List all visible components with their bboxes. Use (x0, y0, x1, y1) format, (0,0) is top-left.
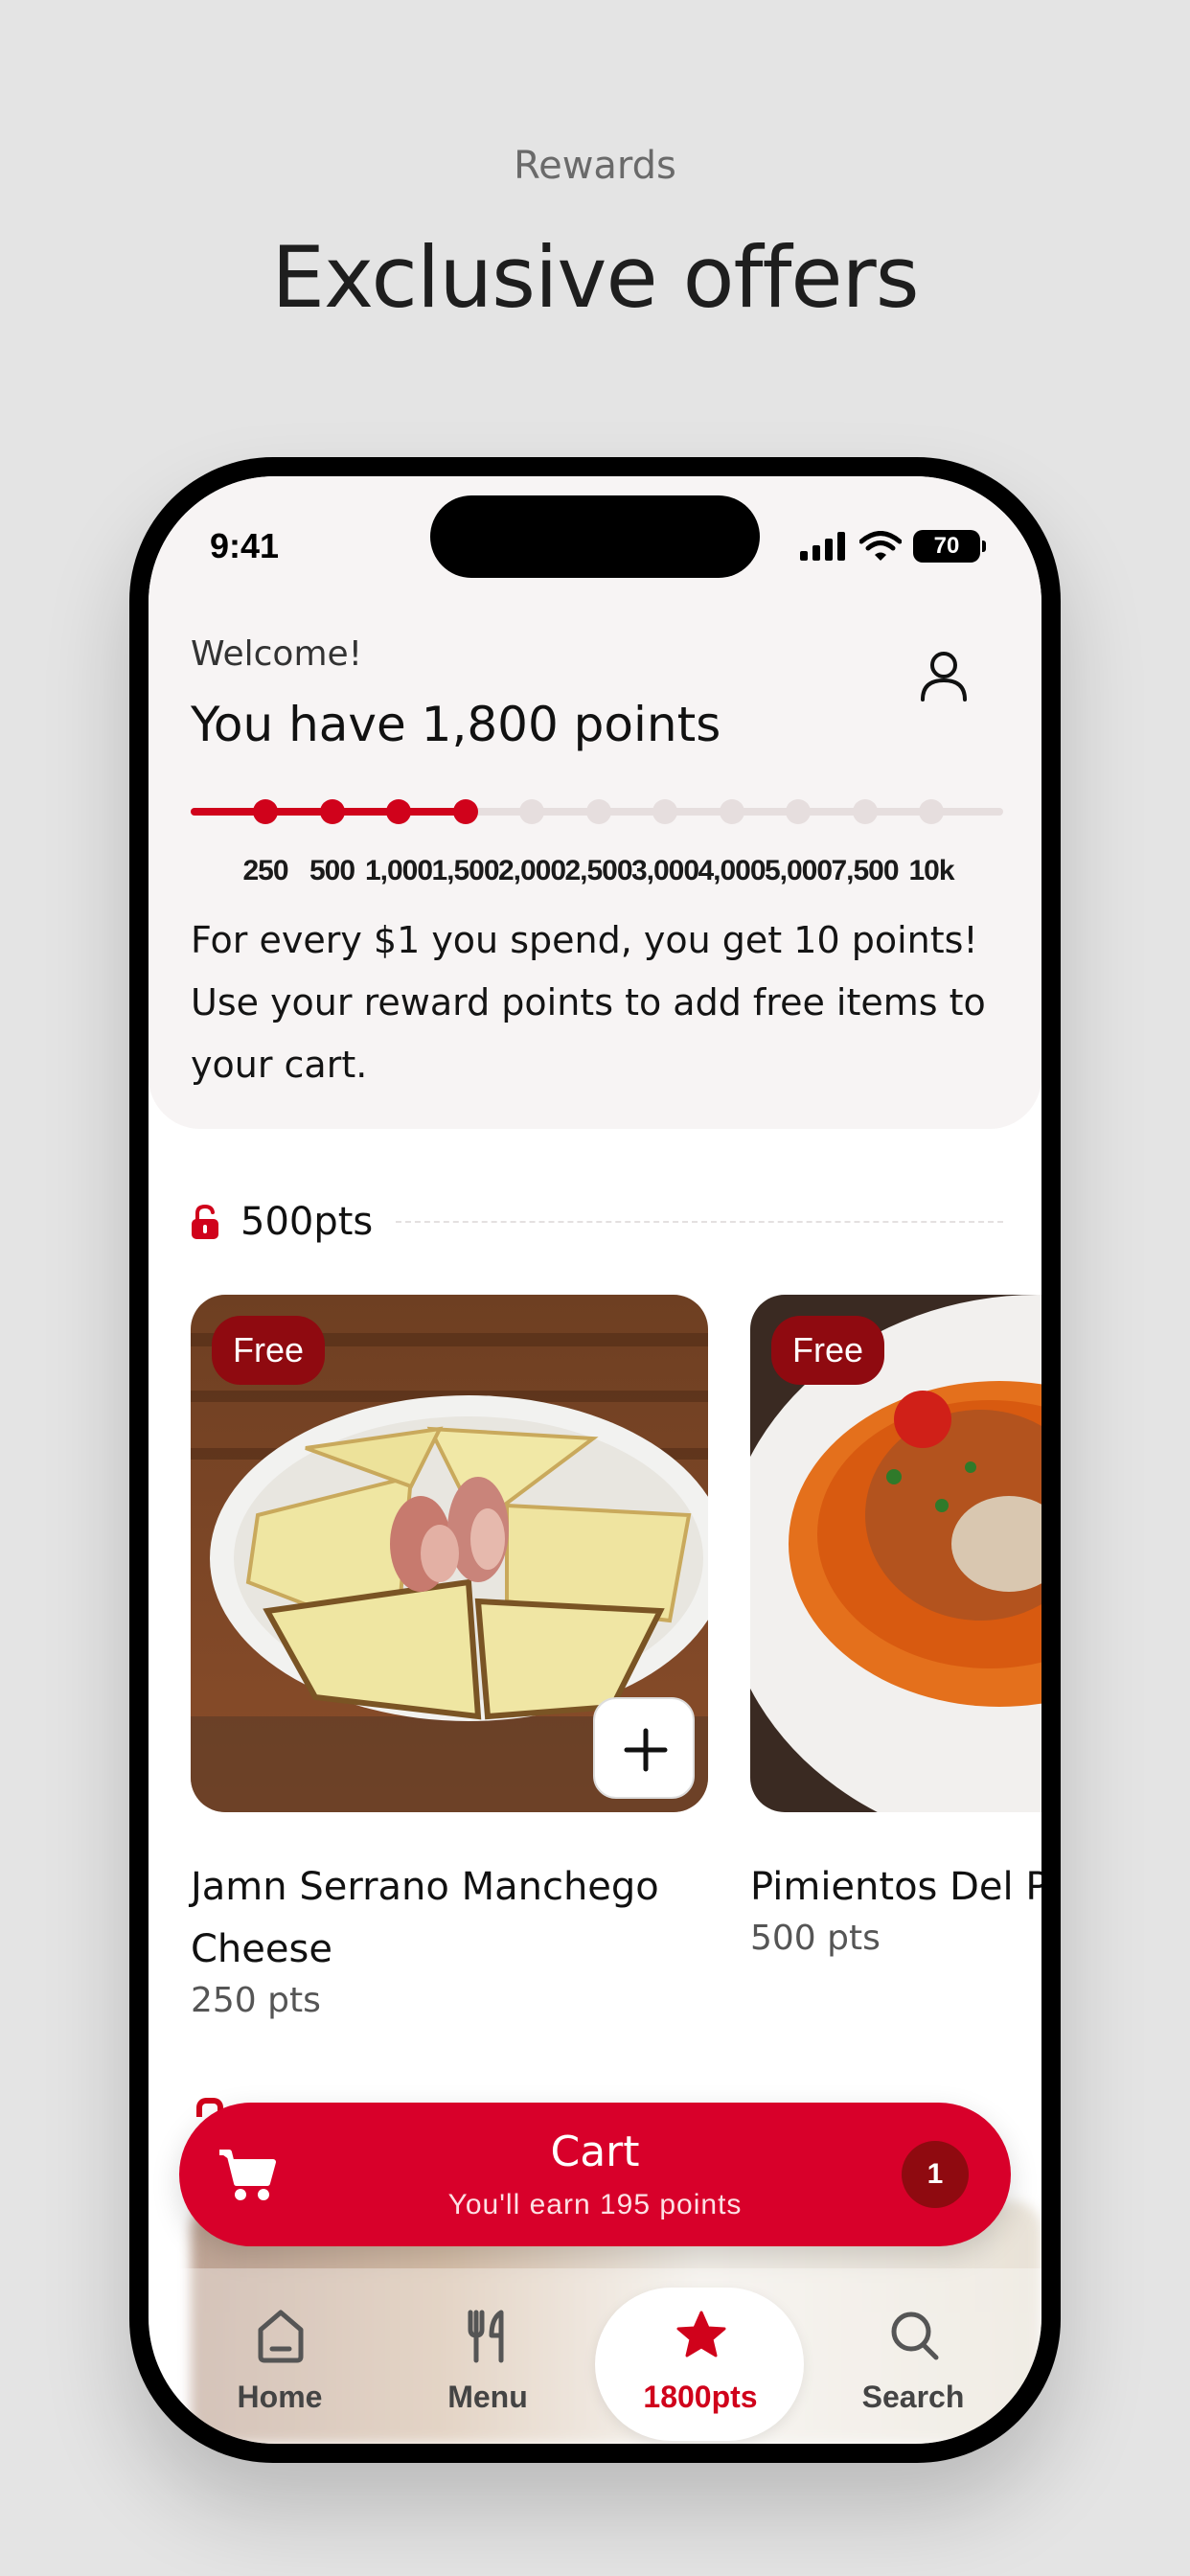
tab-label: Search (861, 2380, 965, 2414)
utensils-icon (468, 2310, 504, 2363)
milestone-dot (253, 799, 278, 824)
welcome-text: Welcome! (191, 634, 363, 674)
tab-search[interactable]: Search (808, 2288, 1018, 2441)
tab-home[interactable]: Home (174, 2288, 385, 2441)
item-points: 500 pts (750, 1919, 881, 1958)
cart-count-badge: 1 (902, 2141, 969, 2208)
milestone-label: 1,000 (364, 855, 433, 886)
milestone-dot (319, 799, 345, 824)
tier-label: 500pts (240, 1200, 374, 1244)
item-name: Jamn Serrano Manchego Cheese (191, 1865, 659, 1971)
milestone-label: 4,000 (698, 855, 766, 886)
points-title: You have 1,800 points (191, 697, 721, 752)
app-screen: 9:41 70 Welcome! You have 1,800 points 2… (149, 476, 1041, 2444)
milestone-label: 5,000 (764, 855, 833, 886)
milestone-dot (585, 799, 611, 824)
milestone-label: 250 (242, 855, 288, 886)
cart-button[interactable]: Cart You'll earn 195 points 1 (179, 2103, 1011, 2246)
milestone-dot (852, 799, 878, 824)
tab-menu[interactable]: Menu (382, 2288, 593, 2441)
milestone-dot (519, 799, 544, 824)
milestone-dot (452, 799, 478, 824)
milestone-dot (919, 799, 944, 824)
item-points: 250 pts (191, 1981, 321, 2020)
battery-indicator: 70 (913, 530, 986, 563)
home-icon (258, 2310, 304, 2363)
unlock-icon (192, 1204, 218, 1239)
tab-label: 1800pts (643, 2380, 758, 2414)
dynamic-island (430, 495, 760, 578)
page-title: Exclusive offers (271, 228, 919, 327)
person-icon[interactable] (915, 646, 973, 703)
tier-header: 500pts (191, 1197, 1003, 1247)
cart-subtitle: You'll earn 195 points (447, 2189, 743, 2220)
item-name: Pimientos Del P (750, 1865, 1041, 1909)
search-icon (891, 2312, 939, 2360)
points-header: 9:41 70 Welcome! You have 1,800 points 2… (149, 476, 1041, 1129)
status-time: 9:41 (210, 526, 280, 565)
tab-label: Home (237, 2380, 323, 2414)
rewards-info-text: For every $1 you spend, you get 10 point… (191, 919, 986, 1086)
tab-label: Menu (447, 2380, 528, 2414)
cart-title: Cart (550, 2128, 640, 2176)
milestone-dot (652, 799, 677, 824)
milestone-label: 10k (908, 855, 954, 886)
milestone-label: 3,000 (630, 855, 699, 886)
milestone-label: 7,500 (831, 855, 899, 886)
milestone-label: 500 (309, 855, 355, 886)
milestone-dot (786, 799, 811, 824)
tab-rewards[interactable]: 1800pts (595, 2288, 804, 2441)
page-eyebrow: Rewards (514, 144, 676, 188)
item-card-image[interactable]: Free (750, 1295, 1041, 1812)
star-icon (676, 2311, 726, 2358)
milestone-label: 1,500 (431, 855, 499, 886)
milestone-dot (386, 799, 411, 824)
free-badge: Free (212, 1316, 326, 1385)
phone-frame: 9:41 70 Welcome! You have 1,800 points 2… (129, 457, 1061, 2463)
tab-bar: Home Menu 1800pts Search (149, 2268, 1041, 2444)
status-icons: 70 (800, 530, 986, 563)
wifi-icon (859, 531, 902, 561)
free-badge: Free (771, 1316, 885, 1385)
item-card-image[interactable]: Free (191, 1295, 708, 1812)
milestone-label: 2,500 (564, 855, 632, 886)
points-progress-track (191, 799, 1003, 824)
signal-icon (800, 532, 845, 561)
milestone-label: 2,000 (497, 855, 566, 886)
add-item-button[interactable] (593, 1697, 695, 1799)
milestone-dot (719, 799, 744, 824)
plus-icon (624, 1728, 668, 1772)
tier-divider (396, 1221, 1003, 1223)
